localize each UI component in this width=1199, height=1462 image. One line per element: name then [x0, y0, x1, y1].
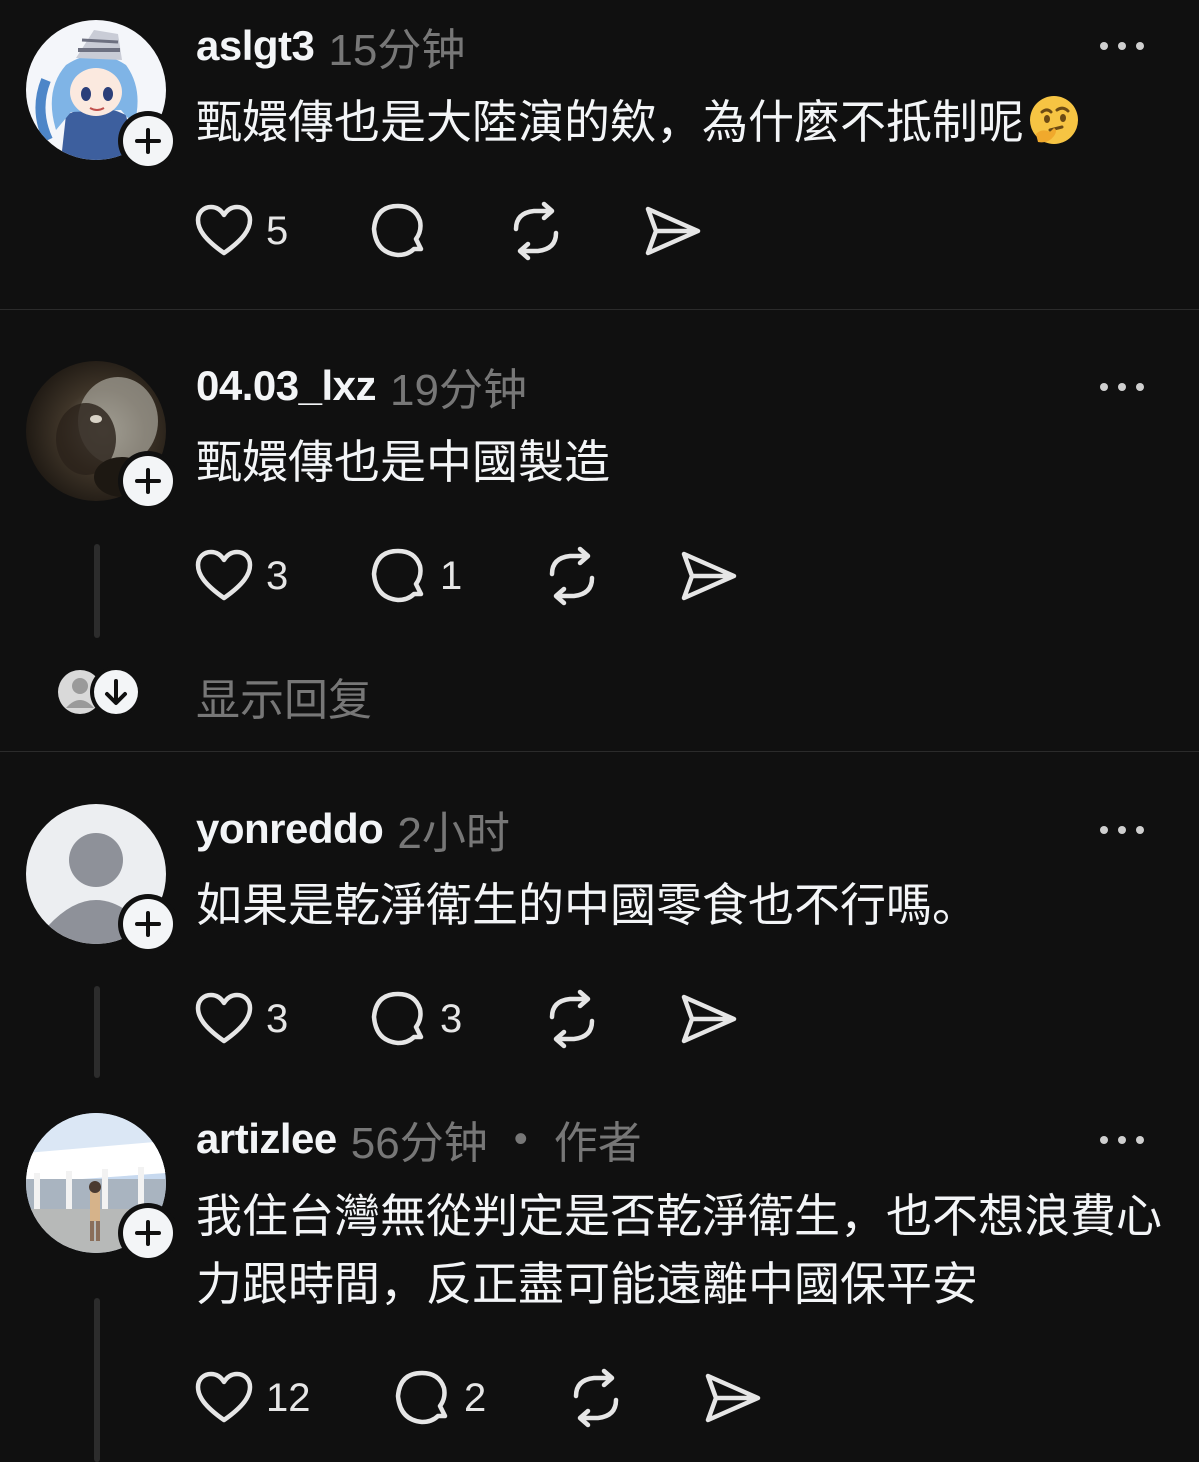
follow-button[interactable] — [118, 1203, 178, 1263]
username[interactable]: yonreddo — [196, 805, 384, 853]
more-options-icon[interactable] — [1098, 1130, 1146, 1150]
reply-count: 2 — [464, 1375, 487, 1420]
follow-button[interactable] — [118, 111, 178, 171]
username[interactable]: artizlee — [196, 1115, 337, 1163]
heart-icon — [195, 1371, 253, 1423]
like-button[interactable]: 3 — [194, 541, 288, 611]
repost-icon — [549, 546, 595, 606]
reply-button[interactable]: 1 — [368, 541, 462, 611]
send-icon — [705, 1373, 761, 1423]
like-button[interactable]: 3 — [194, 984, 288, 1054]
timestamp: 19分钟 — [390, 366, 527, 415]
like-count: 3 — [266, 996, 289, 1041]
like-button[interactable]: 5 — [194, 196, 288, 266]
reply-avatar-stack — [58, 666, 142, 718]
repost-button[interactable] — [566, 1363, 626, 1433]
heart-icon — [195, 992, 253, 1044]
thinking-face-emoji-icon — [1030, 96, 1078, 144]
share-button[interactable] — [678, 984, 738, 1054]
reply-button[interactable]: 2 — [392, 1363, 486, 1433]
post-header: yonreddo 2小时 — [196, 801, 510, 858]
timestamp: 15分钟 — [328, 26, 466, 75]
more-options-icon[interactable] — [1098, 377, 1146, 397]
follow-button[interactable] — [118, 451, 178, 511]
post-text: 甄嬛傳也是中國製造 — [196, 435, 610, 489]
heart-icon — [195, 549, 253, 601]
more-options-icon[interactable] — [1098, 36, 1146, 56]
username[interactable]: aslgt3 — [196, 22, 315, 70]
comment-bubble-icon — [371, 991, 424, 1046]
heart-icon — [195, 204, 253, 256]
post-header: artizlee 56分钟 • 作者 — [196, 1111, 642, 1168]
send-icon — [645, 206, 701, 256]
post-text: 如果是乾淨衛生的中國零食也不行嗎。 — [196, 878, 978, 932]
post-divider — [0, 309, 1199, 310]
post-text-content: 甄嬛傳也是大陸演的欸，為什麼不抵制呢 — [196, 95, 1024, 149]
share-button[interactable] — [678, 541, 738, 611]
reply-count: 3 — [440, 996, 463, 1041]
like-count: 3 — [266, 553, 289, 598]
reply-avatars[interactable] — [56, 666, 146, 718]
reply-count: 1 — [440, 553, 463, 598]
username[interactable]: 04.03_lxz — [196, 362, 377, 410]
send-icon — [681, 994, 737, 1044]
post-text: 我住台灣無從判定是否乾淨衛生，也不想浪費心力跟時間，反正盡可能遠離中國保平安 — [196, 1189, 1162, 1311]
comment-bubble-icon — [395, 1370, 448, 1425]
like-count: 12 — [266, 1375, 311, 1420]
timestamp: 56分钟 — [350, 1119, 488, 1168]
plus-icon — [135, 468, 161, 494]
thread-line — [94, 986, 100, 1078]
repost-button[interactable] — [542, 541, 602, 611]
author-badge: 作者 — [553, 1119, 642, 1168]
post-divider — [0, 751, 1199, 752]
repost-icon — [573, 1368, 619, 1428]
repost-button[interactable] — [542, 984, 602, 1054]
reply-button[interactable]: 3 — [368, 984, 462, 1054]
like-count: 5 — [266, 208, 289, 253]
post-text: 甄嬛傳也是大陸演的欸，為什麼不抵制呢 — [196, 88, 1166, 156]
comment-bubble-icon — [371, 203, 424, 258]
thread-line — [94, 544, 100, 638]
follow-button[interactable] — [118, 894, 178, 954]
send-icon — [681, 551, 737, 601]
show-replies-link[interactable]: 显示回复 — [196, 664, 372, 728]
separator-dot: • — [513, 1116, 528, 1161]
repost-button[interactable] — [506, 196, 566, 266]
plus-icon — [135, 911, 161, 937]
share-button[interactable] — [642, 196, 702, 266]
share-button[interactable] — [702, 1363, 762, 1433]
like-button[interactable]: 12 — [194, 1363, 311, 1433]
timestamp: 2小时 — [397, 809, 510, 858]
plus-icon — [135, 128, 161, 154]
plus-icon — [135, 1220, 161, 1246]
reply-button[interactable] — [368, 196, 428, 266]
more-options-icon[interactable] — [1098, 820, 1146, 840]
post-header: 04.03_lxz 19分钟 — [196, 358, 527, 415]
thread-line — [94, 1298, 100, 1462]
comment-bubble-icon — [371, 548, 424, 603]
post-header: aslgt3 15分钟 — [196, 18, 465, 75]
repost-icon — [513, 201, 559, 261]
repost-icon — [549, 989, 595, 1049]
